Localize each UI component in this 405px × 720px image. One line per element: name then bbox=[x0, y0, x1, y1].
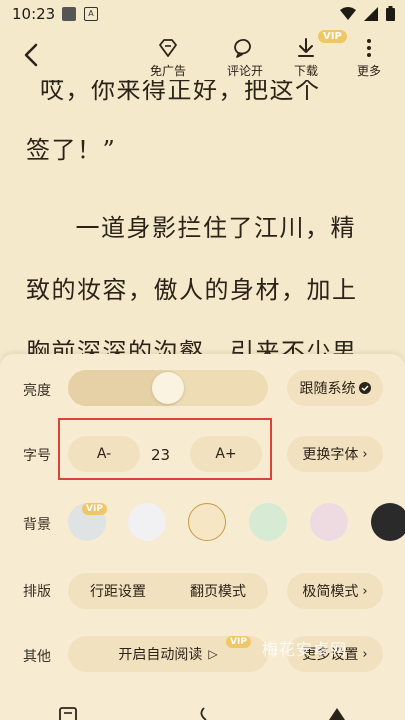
back-arrow-icon bbox=[24, 43, 38, 67]
brightness-label: 亮度 bbox=[23, 383, 51, 399]
wifi-icon bbox=[340, 6, 356, 20]
text-line: 胸前深深的沟壑，引来不少男 bbox=[26, 338, 358, 355]
download-vip-badge: VIP bbox=[318, 30, 347, 43]
play-icon: ▷ bbox=[208, 647, 218, 661]
ad-free-label: 免广告 bbox=[149, 64, 186, 78]
background-swatch-2[interactable] bbox=[128, 503, 166, 541]
page-mode-button[interactable]: 翻页模式 bbox=[190, 581, 246, 601]
watermark-text: 梅花安卓网 bbox=[262, 640, 348, 659]
more-button[interactable]: 更多 bbox=[344, 36, 394, 79]
status-bar: 10:23 A bbox=[0, 0, 405, 30]
battery-icon bbox=[386, 6, 395, 21]
layout-label: 排版 bbox=[23, 584, 51, 600]
catalog-icon[interactable] bbox=[58, 706, 78, 720]
notification-icon bbox=[62, 7, 76, 21]
brightness-slider-handle[interactable] bbox=[152, 372, 184, 404]
more-label: 更多 bbox=[356, 64, 381, 78]
text-line: 致的妆容，傲人的身材，加上 bbox=[26, 276, 358, 304]
auto-read-vip-badge: VIP bbox=[226, 636, 251, 648]
text-line: 一道身影拦住了江川，精 bbox=[50, 214, 356, 242]
layout-options-group: 行距设置 翻页模式 bbox=[68, 573, 268, 609]
follow-system-button[interactable]: 跟随系统 bbox=[287, 370, 383, 406]
ad-free-button[interactable]: 免广告 bbox=[143, 36, 193, 79]
back-button[interactable] bbox=[18, 40, 48, 70]
font-size-label: 字号 bbox=[23, 448, 51, 464]
simple-mode-label: 极简模式 bbox=[302, 584, 359, 600]
chevron-right-icon: › bbox=[362, 646, 368, 662]
reader-toolbar: 免广告 评论开 下载 VIP 更多 bbox=[0, 30, 405, 80]
background-swatch-5[interactable] bbox=[310, 503, 348, 541]
follow-system-label: 跟随系统 bbox=[299, 381, 356, 397]
signal-icon bbox=[364, 6, 378, 21]
more-icon bbox=[367, 39, 371, 57]
reader-content[interactable]: 哎，你来得正好，把这个 签了！” 一道身影拦住了江川，精 致的妆容，傲人的身材，… bbox=[0, 80, 405, 355]
background-swatch-6[interactable] bbox=[371, 503, 405, 541]
chevron-right-icon: › bbox=[362, 446, 368, 462]
text-line: 签了！” bbox=[26, 136, 117, 164]
download-label: 下载 bbox=[293, 64, 318, 78]
font-size-highlight-box bbox=[58, 418, 272, 480]
background-label: 背景 bbox=[23, 517, 51, 533]
diamond-icon bbox=[159, 39, 177, 57]
status-time: 10:23 bbox=[12, 5, 56, 23]
check-circle-icon bbox=[358, 382, 371, 394]
night-mode-icon[interactable] bbox=[194, 706, 214, 720]
auto-read-label: 开启自动阅读 bbox=[118, 647, 203, 663]
reading-settings-panel: 亮度 跟随系统 字号 A- 23 A+ 更换字体 › 背景 VIP 排版 行距设… bbox=[0, 354, 405, 720]
comment-toggle-label: 评论开 bbox=[226, 64, 263, 78]
system-icons bbox=[340, 6, 395, 21]
line-spacing-button[interactable]: 行距设置 bbox=[90, 581, 146, 601]
brightness-slider[interactable] bbox=[68, 370, 268, 406]
background-swatch-3-selected[interactable] bbox=[188, 503, 226, 541]
settings-icon[interactable] bbox=[325, 706, 349, 720]
chevron-right-icon: › bbox=[362, 583, 368, 599]
text-line: 哎，你来得正好，把这个 bbox=[40, 80, 321, 104]
background-swatch-4[interactable] bbox=[249, 503, 287, 541]
change-font-button[interactable]: 更换字体 › bbox=[287, 436, 383, 472]
background-vip-badge: VIP bbox=[82, 503, 107, 515]
change-font-label: 更换字体 bbox=[302, 447, 359, 463]
comment-icon bbox=[234, 39, 251, 58]
simple-mode-button[interactable]: 极简模式 › bbox=[287, 573, 383, 609]
notification-a-icon: A bbox=[84, 7, 98, 21]
other-label: 其他 bbox=[23, 649, 51, 665]
comment-toggle-button[interactable]: 评论开 bbox=[220, 36, 270, 79]
download-icon bbox=[298, 38, 314, 57]
